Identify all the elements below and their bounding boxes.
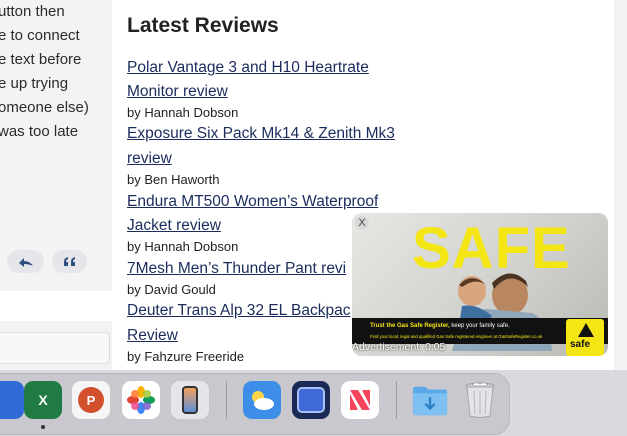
excel-glyph: X xyxy=(38,392,48,408)
review-link[interactable]: Jacket review xyxy=(127,214,221,238)
trash-glyph xyxy=(465,382,495,418)
ad-timer: Advertisement: 0:05 xyxy=(352,341,446,353)
comment-line: e up trying xyxy=(0,75,69,92)
reply-button[interactable] xyxy=(7,250,44,273)
comment-line: was too late xyxy=(0,123,79,140)
dock-app-partial[interactable] xyxy=(0,381,24,419)
comment-divider-panel xyxy=(0,291,112,321)
ad-banner-headline: Trust the Gas Safe Register, keep your f… xyxy=(370,323,510,329)
ad-banner-prefix: Trust the Gas Safe Register, xyxy=(370,323,450,329)
review-link[interactable]: review xyxy=(127,147,172,171)
news-icon[interactable] xyxy=(341,381,379,419)
review-author: by Hannah Dobson xyxy=(127,105,239,120)
powerpoint-glyph: P xyxy=(78,387,104,413)
comment-line: omeone else) xyxy=(0,99,89,116)
review-link[interactable]: 7Mesh Men’s Thunder Pant revi xyxy=(127,257,346,281)
ad-banner-subtext: Find your local, legal and qualified Gas… xyxy=(370,334,543,339)
comment-line: e to connect xyxy=(0,27,80,44)
review-link[interactable]: Deuter Trans Alp 32 EL Backpac xyxy=(127,299,350,323)
running-indicator xyxy=(41,425,45,429)
gas-safe-logo: safe xyxy=(566,319,604,356)
ad-close-button[interactable]: X xyxy=(355,216,369,230)
comment-line: e text before xyxy=(0,51,82,68)
dock-separator xyxy=(226,381,227,419)
section-title: Latest Reviews xyxy=(127,14,279,37)
video-ad[interactable]: SAFE Trust the Gas Safe Register, keep y… xyxy=(352,213,608,356)
reply-arrow-icon xyxy=(18,257,33,267)
iphone-mirroring-icon[interactable] xyxy=(171,381,209,419)
review-link[interactable]: Monitor review xyxy=(127,80,228,104)
news-glyph xyxy=(350,390,370,410)
screen-glyph xyxy=(297,387,325,413)
trash-icon[interactable] xyxy=(461,381,499,419)
review-author: by David Gould xyxy=(127,282,216,297)
screen-sharing-icon[interactable] xyxy=(292,381,330,419)
review-author: by Ben Haworth xyxy=(127,172,220,187)
review-link[interactable]: Review xyxy=(127,324,178,348)
review-author: by Fahzure Freeride xyxy=(127,349,245,364)
ad-banner-suffix: keep your family safe. xyxy=(449,323,510,329)
comment-input[interactable] xyxy=(0,332,110,364)
comment-line: utton then xyxy=(0,3,65,20)
phone-glyph xyxy=(182,386,198,414)
comment-column: utton then e to connect e text before e … xyxy=(0,0,112,370)
logo-triangle-icon xyxy=(578,323,594,337)
comment-text: utton then e to connect e text before e … xyxy=(0,0,112,144)
downloads-folder-icon[interactable] xyxy=(411,381,449,419)
dock-separator xyxy=(396,381,397,419)
review-link[interactable]: Exposure Six Pack Mk14 & Zenith Mk3 xyxy=(127,122,395,146)
excel-icon[interactable]: X xyxy=(24,381,62,419)
weather-icon[interactable] xyxy=(243,381,281,419)
quote-icon xyxy=(63,256,75,266)
folder-glyph xyxy=(412,386,448,416)
photos-icon[interactable] xyxy=(122,381,160,419)
review-author: by Hannah Dobson xyxy=(127,239,239,254)
powerpoint-icon[interactable]: P xyxy=(72,381,110,419)
page-margin xyxy=(614,0,627,370)
review-link[interactable]: Polar Vantage 3 and H10 Heartrate xyxy=(127,56,369,80)
logo-text: safe xyxy=(570,339,591,350)
photos-flower-icon xyxy=(127,386,155,414)
review-link[interactable]: Endura MT500 Women’s Waterproof xyxy=(127,190,378,214)
weather-cloud-icon xyxy=(252,391,274,410)
quote-button[interactable] xyxy=(52,250,87,273)
